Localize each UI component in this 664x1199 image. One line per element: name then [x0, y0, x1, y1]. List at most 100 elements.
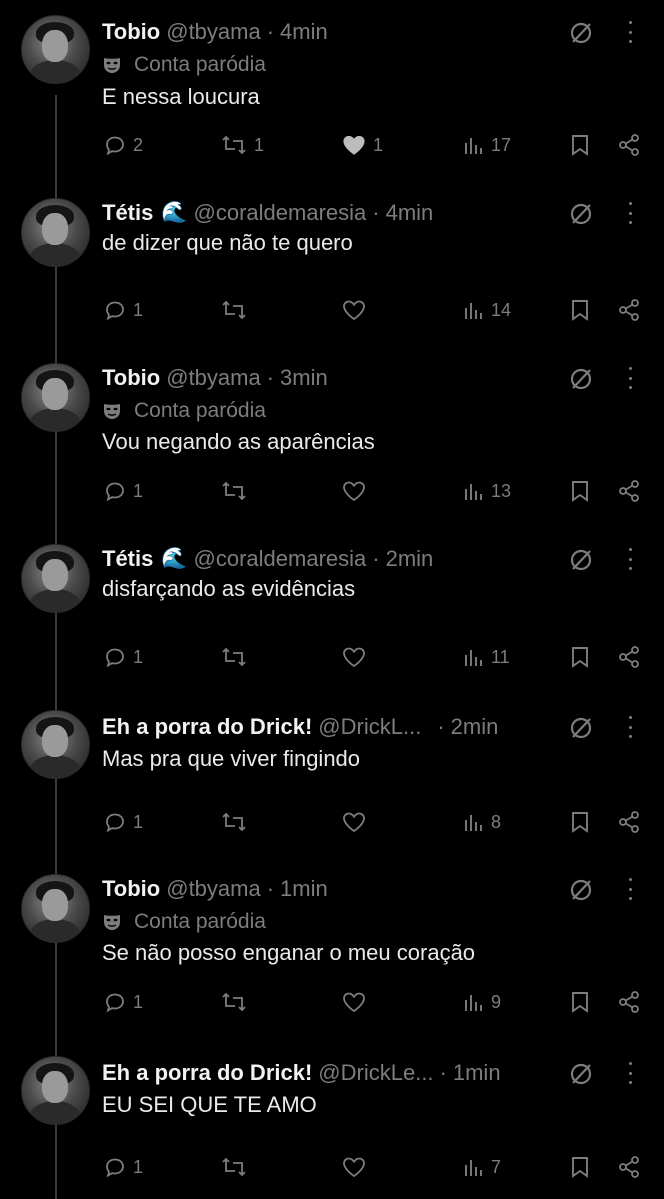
- like-button[interactable]: 1: [341, 130, 383, 160]
- display-name[interactable]: Tétis: [102, 546, 153, 572]
- handle[interactable]: @tbyama: [166, 876, 260, 902]
- grok-icon[interactable]: [568, 20, 594, 46]
- repost-button[interactable]: [220, 807, 248, 837]
- reply-button[interactable]: 1: [103, 987, 143, 1017]
- timestamp[interactable]: 4min: [280, 19, 328, 45]
- more-icon[interactable]: [622, 548, 638, 570]
- avatar[interactable]: [21, 710, 90, 779]
- timestamp[interactable]: 1min: [453, 1060, 501, 1086]
- bookmark-button[interactable]: [569, 295, 591, 325]
- share-icon: [617, 810, 641, 834]
- display-name[interactable]: Tobio: [102, 365, 160, 391]
- repost-button[interactable]: [220, 1152, 248, 1182]
- bookmark-button[interactable]: [569, 642, 591, 672]
- grok-icon[interactable]: [568, 201, 594, 227]
- display-name[interactable]: Eh a porra do Drick!: [102, 1060, 312, 1086]
- post-header: Tobio @tbyama · 1min: [102, 872, 328, 906]
- post-header: Tétis 🌊 @coraldemaresia · 2min: [102, 542, 433, 576]
- views-button[interactable]: 13: [463, 476, 511, 506]
- grok-icon[interactable]: [568, 1061, 594, 1087]
- reply-button[interactable]: 1: [103, 642, 143, 672]
- avatar[interactable]: [21, 874, 90, 943]
- display-name-part: Eh a: [102, 714, 155, 739]
- repost-button[interactable]: [220, 476, 248, 506]
- handle[interactable]: @coraldemaresia: [194, 546, 367, 572]
- timestamp[interactable]: 3min: [280, 365, 328, 391]
- handle[interactable]: @tbyama: [166, 365, 260, 391]
- timestamp[interactable]: 2min: [451, 714, 499, 740]
- grok-icon[interactable]: [568, 547, 594, 573]
- views-button[interactable]: 17: [463, 130, 511, 160]
- bookmark-icon: [569, 479, 591, 503]
- bookmark-button[interactable]: [569, 1152, 591, 1182]
- like-button[interactable]: [341, 476, 367, 506]
- grok-icon[interactable]: [568, 366, 594, 392]
- avatar[interactable]: [21, 1056, 90, 1125]
- timestamp[interactable]: 4min: [386, 200, 434, 226]
- bookmark-button[interactable]: [569, 130, 591, 160]
- share-button[interactable]: [617, 1152, 641, 1182]
- views-button[interactable]: 9: [463, 987, 501, 1017]
- avatar[interactable]: [21, 198, 90, 267]
- separator-dot: ·: [266, 365, 275, 390]
- like-icon: [341, 990, 367, 1014]
- like-button[interactable]: [341, 295, 367, 325]
- more-icon[interactable]: [622, 716, 638, 738]
- views-button[interactable]: 7: [463, 1152, 501, 1182]
- handle[interactable]: @DrickLe...: [318, 1060, 433, 1086]
- avatar[interactable]: [21, 15, 90, 84]
- share-button[interactable]: [617, 807, 641, 837]
- views-button[interactable]: 8: [463, 807, 501, 837]
- timestamp[interactable]: 1min: [280, 876, 328, 902]
- share-button[interactable]: [617, 295, 641, 325]
- views-icon: [463, 991, 485, 1013]
- repost-button[interactable]: [220, 987, 248, 1017]
- like-button[interactable]: [341, 807, 367, 837]
- bookmark-button[interactable]: [569, 476, 591, 506]
- share-button[interactable]: [617, 987, 641, 1017]
- like-button[interactable]: [341, 1152, 367, 1182]
- reply-count: 1: [133, 991, 144, 1012]
- share-button[interactable]: [617, 476, 641, 506]
- avatar[interactable]: [21, 544, 90, 613]
- views-button[interactable]: 11: [463, 642, 510, 672]
- display-name[interactable]: Eh a porra do Drick!: [102, 714, 312, 740]
- repost-button[interactable]: 1: [220, 130, 264, 160]
- separator-dot: ·: [266, 19, 275, 44]
- handle[interactable]: @tbyama: [166, 19, 260, 45]
- share-button[interactable]: [617, 130, 641, 160]
- reply-button[interactable]: 1: [103, 1152, 143, 1182]
- display-name[interactable]: Tobio: [102, 876, 160, 902]
- more-icon[interactable]: [622, 202, 638, 224]
- reply-button[interactable]: 1: [103, 476, 143, 506]
- reply-button[interactable]: 1: [103, 295, 143, 325]
- reply-icon: [103, 645, 127, 669]
- parody-mask-icon: [102, 401, 122, 421]
- handle[interactable]: @DrickL...: [318, 714, 421, 740]
- grok-icon[interactable]: [568, 877, 594, 903]
- reply-button[interactable]: 1: [103, 807, 143, 837]
- grok-icon[interactable]: [568, 715, 594, 741]
- like-button[interactable]: [341, 642, 367, 672]
- like-count: 1: [373, 134, 384, 155]
- repost-button[interactable]: [220, 295, 248, 325]
- display-name[interactable]: Tétis: [102, 200, 153, 226]
- display-name[interactable]: Tobio: [102, 19, 160, 45]
- views-button[interactable]: 14: [463, 295, 511, 325]
- like-button[interactable]: [341, 987, 367, 1017]
- more-icon[interactable]: [622, 21, 638, 43]
- repost-button[interactable]: [220, 642, 248, 672]
- bookmark-button[interactable]: [569, 807, 591, 837]
- post-header: Tobio @tbyama · 3min: [102, 361, 328, 395]
- share-button[interactable]: [617, 642, 641, 672]
- more-icon[interactable]: [622, 878, 638, 900]
- more-icon[interactable]: [622, 1062, 638, 1084]
- avatar[interactable]: [21, 363, 90, 432]
- action-bar: 19: [0, 987, 664, 1017]
- reply-button[interactable]: 2: [103, 130, 143, 160]
- more-icon[interactable]: [622, 367, 638, 389]
- handle[interactable]: @coraldemaresia: [194, 200, 367, 226]
- timestamp[interactable]: 2min: [386, 546, 434, 572]
- bookmark-button[interactable]: [569, 987, 591, 1017]
- views-count: 7: [491, 1156, 502, 1177]
